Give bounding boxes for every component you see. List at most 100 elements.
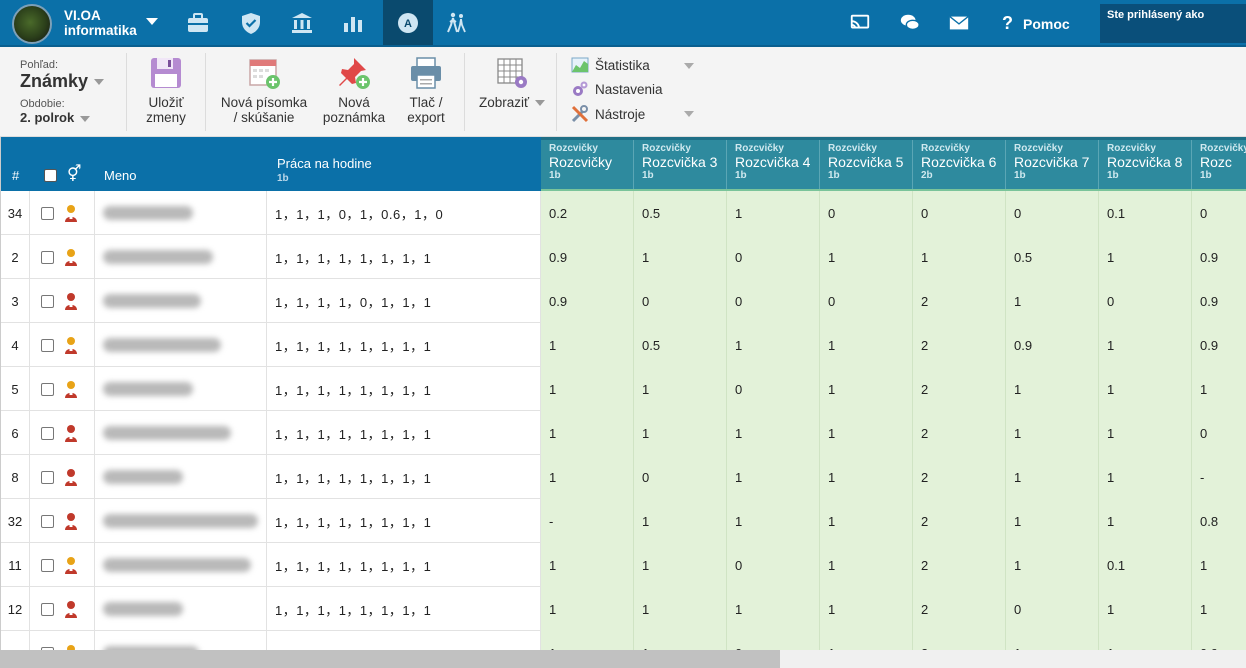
show-button[interactable]: Zobraziť [478, 55, 546, 110]
chevron-down-icon[interactable] [146, 18, 158, 25]
grade-cell[interactable]: 1 [1099, 587, 1192, 631]
grade-cell[interactable]: 2 [913, 587, 1006, 631]
grade-cell[interactable]: 1 [727, 191, 820, 235]
class-work-values[interactable]: 1，1，1，1，1，1，1，1 [267, 455, 541, 499]
grade-cell[interactable]: 0.5 [634, 191, 727, 235]
student-name[interactable] [95, 279, 267, 323]
grade-cell[interactable]: 1 [1192, 367, 1246, 411]
grade-cell[interactable]: 1 [1192, 543, 1246, 587]
student-icon[interactable] [64, 380, 78, 398]
row-checkbox[interactable] [41, 514, 54, 528]
student-icon[interactable] [64, 292, 78, 310]
grade-column-header[interactable]: Rozcvičky Rozcvička 6 2b [913, 137, 1006, 191]
student-icon[interactable] [64, 424, 78, 442]
grade-cell[interactable]: 1 [1006, 631, 1099, 652]
grade-cell[interactable]: 2 [913, 543, 1006, 587]
shield-check-icon[interactable] [226, 0, 276, 45]
grade-cell[interactable]: - [541, 499, 634, 543]
student-name[interactable] [95, 499, 267, 543]
class-work-values[interactable]: 1，1，1，1，1，1，1，1 [267, 367, 541, 411]
grade-cell[interactable]: 0.9 [1192, 323, 1246, 367]
print-export-button[interactable]: Tlač / export [400, 55, 452, 125]
row-checkbox[interactable] [41, 338, 54, 352]
bar-chart-icon[interactable] [328, 0, 378, 45]
grade-cell[interactable]: 1 [1006, 367, 1099, 411]
grade-cell[interactable]: 1 [727, 587, 820, 631]
student-name[interactable] [95, 367, 267, 411]
briefcase-icon[interactable] [173, 0, 223, 45]
help-button[interactable]: ? Pomoc [1002, 13, 1070, 34]
grade-cell[interactable]: 1 [1099, 411, 1192, 455]
student-name[interactable] [95, 455, 267, 499]
class-work-values[interactable]: 1，1，1，0，1，0.6，1，0 [267, 191, 541, 235]
grade-cell[interactable]: 0 [727, 631, 820, 652]
people-walking-icon[interactable] [432, 0, 482, 45]
grade-cell[interactable]: 2 [913, 631, 1006, 652]
grade-cell[interactable]: 0.9 [541, 235, 634, 279]
gender-icon[interactable]: ⚥ [67, 164, 81, 184]
grade-cell[interactable]: 1 [634, 367, 727, 411]
chat-icon[interactable] [895, 0, 925, 45]
grade-cell[interactable]: 0 [913, 191, 1006, 235]
student-icon[interactable] [64, 600, 78, 618]
class-work-values[interactable]: 1，1，1，1，1，1，1，1 [267, 499, 541, 543]
grade-cell[interactable]: 0.1 [1099, 191, 1192, 235]
grade-cell[interactable]: 1 [1006, 455, 1099, 499]
grade-cell[interactable]: 2 [913, 367, 1006, 411]
grade-cell[interactable]: 1 [820, 631, 913, 652]
grade-cell[interactable]: 1 [727, 499, 820, 543]
grade-cell[interactable]: 0.2 [541, 191, 634, 235]
grade-cell[interactable]: 1 [820, 235, 913, 279]
row-checkbox[interactable] [41, 426, 54, 440]
grade-cell[interactable]: 1 [634, 235, 727, 279]
row-checkbox[interactable] [41, 294, 54, 308]
grade-cell[interactable]: 0 [634, 279, 727, 323]
grade-cell[interactable]: 1 [541, 323, 634, 367]
logged-in-panel[interactable]: Ste prihlásený ako [1100, 4, 1246, 43]
grade-cell[interactable]: 0 [820, 279, 913, 323]
row-checkbox[interactable] [41, 206, 54, 220]
class-work-values[interactable]: 1，1，1，1，1，1，1，1 [267, 411, 541, 455]
grade-cell[interactable]: 1 [820, 367, 913, 411]
grade-cell[interactable]: 0 [727, 235, 820, 279]
grade-cell[interactable]: 1 [820, 543, 913, 587]
class-work-values[interactable]: 1，1，1，1，0，1，1，1 [267, 279, 541, 323]
grade-cell[interactable]: 0.9 [1192, 631, 1246, 652]
grade-cell[interactable]: 1 [727, 323, 820, 367]
grade-cell[interactable]: 0 [1099, 279, 1192, 323]
grade-cell[interactable]: 1 [820, 587, 913, 631]
grade-cell[interactable]: 1 [1006, 279, 1099, 323]
student-icon[interactable] [64, 336, 78, 354]
grade-cell[interactable]: 1 [820, 411, 913, 455]
grade-cell[interactable]: 1 [541, 367, 634, 411]
grade-column-header[interactable]: Rozcvičky Rozcvička 7 1b [1006, 137, 1099, 191]
grade-cell[interactable]: 2 [913, 411, 1006, 455]
grade-cell[interactable]: 1 [727, 455, 820, 499]
grade-cell[interactable]: 1 [1099, 323, 1192, 367]
new-note-button[interactable]: Nová poznámka [320, 55, 388, 125]
grade-cell[interactable]: 0 [820, 191, 913, 235]
screen-share-icon[interactable] [845, 0, 875, 45]
class-work-values[interactable]: 1，1，1，1，1，1，1，1 [267, 323, 541, 367]
student-name[interactable] [95, 631, 267, 652]
grade-cell[interactable]: 1 [820, 455, 913, 499]
class-work-values[interactable]: 1，1，1，1，1，1，1，1 [267, 235, 541, 279]
student-icon[interactable] [64, 512, 78, 530]
grade-cell[interactable]: 1 [727, 411, 820, 455]
grade-cell[interactable]: 1 [1006, 499, 1099, 543]
grade-cell[interactable]: 1 [541, 455, 634, 499]
grade-cell[interactable]: 1 [1006, 411, 1099, 455]
grade-cell[interactable]: 1 [1192, 587, 1246, 631]
class-work-values[interactable]: 1，1，1，1，1，1，1，1 [267, 631, 541, 652]
grade-cell[interactable]: 1 [634, 411, 727, 455]
grade-cell[interactable]: 1 [1006, 543, 1099, 587]
grade-cell[interactable]: 1 [634, 543, 727, 587]
row-checkbox[interactable] [41, 382, 54, 396]
grade-cell[interactable]: 1 [1099, 235, 1192, 279]
grade-cell[interactable]: 0 [727, 279, 820, 323]
grade-cell[interactable]: 0.5 [634, 323, 727, 367]
row-checkbox[interactable] [41, 558, 54, 572]
grades-icon[interactable]: A [383, 0, 433, 45]
grade-column-header[interactable]: Rozcvičky Rozcvička 5 1b [820, 137, 913, 191]
new-test-button[interactable]: Nová písomka / skúšanie [218, 55, 310, 125]
